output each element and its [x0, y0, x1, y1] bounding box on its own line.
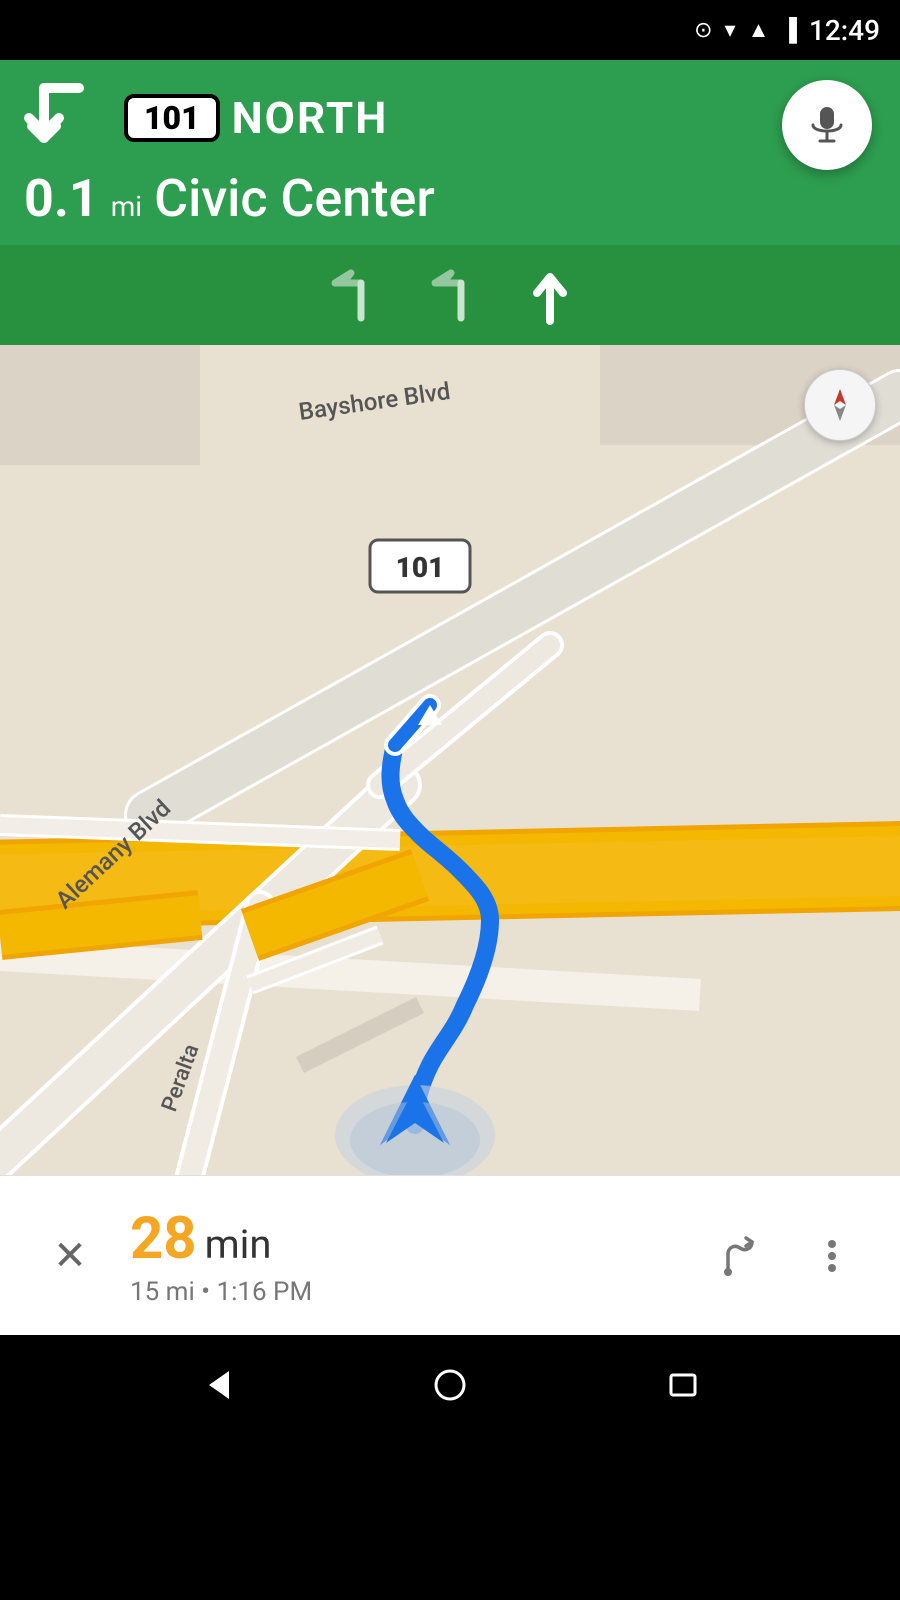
- bottom-actions: [712, 1228, 860, 1284]
- street-name: Civic Center: [154, 168, 435, 229]
- clock: 12:49: [809, 14, 880, 47]
- lane-left-turn: [320, 260, 380, 330]
- highway-badge: 101 NORTH: [124, 92, 388, 144]
- close-icon: ✕: [53, 1232, 87, 1279]
- microphone-icon: [805, 103, 849, 147]
- highway-shield: 101: [124, 94, 220, 142]
- back-icon: [195, 1363, 239, 1407]
- alternate-routes-button[interactable]: [712, 1228, 768, 1284]
- recents-icon: [661, 1363, 705, 1407]
- direction-text: NORTH: [232, 92, 389, 144]
- direction-row: 101 NORTH: [24, 78, 876, 158]
- recents-button[interactable]: [661, 1363, 705, 1407]
- bottom-info-bar: ✕ 28 min 15 mi • 1:16 PM: [0, 1175, 900, 1335]
- eta-time: 28 min: [130, 1205, 712, 1273]
- eta-minutes: 28: [130, 1205, 197, 1273]
- more-options-button[interactable]: [804, 1228, 860, 1284]
- distance-unit: mi: [111, 190, 142, 223]
- battery-icon: ▐: [781, 17, 797, 43]
- wifi-icon: ▾: [725, 18, 736, 43]
- android-nav-bar: [0, 1335, 900, 1435]
- compass-icon: [820, 385, 860, 425]
- distance-value: 0.1: [24, 168, 99, 229]
- eta-details: 15 mi • 1:16 PM: [130, 1277, 712, 1307]
- eta-min-label: min: [205, 1221, 272, 1268]
- lane-straight: [520, 260, 580, 330]
- svg-text:101: 101: [396, 551, 445, 584]
- turn-arrow-icon: [24, 78, 104, 158]
- mic-button[interactable]: [782, 80, 872, 170]
- home-icon: [428, 1363, 472, 1407]
- signal-icon: ▲: [748, 17, 770, 43]
- alternate-routes-icon: [718, 1234, 762, 1278]
- lane-guidance: [0, 245, 900, 345]
- map-svg: 101 Bayshore Blvd Alemany Blvd Peralta: [0, 345, 900, 1175]
- compass-button[interactable]: [804, 369, 876, 441]
- eta-info: 28 min 15 mi • 1:16 PM: [100, 1205, 712, 1307]
- back-button[interactable]: [195, 1363, 239, 1407]
- lane-left-turn-2: [420, 260, 480, 330]
- map-area[interactable]: 101 Bayshore Blvd Alemany Blvd Peralta: [0, 345, 900, 1175]
- more-options-icon: [810, 1234, 854, 1278]
- status-bar: ⊙ ▾ ▲ ▐ 12:49: [0, 0, 900, 60]
- home-button[interactable]: [428, 1363, 472, 1407]
- location-icon: ⊙: [694, 18, 712, 43]
- close-button[interactable]: ✕: [40, 1226, 100, 1286]
- distance-row: 0.1 mi Civic Center: [24, 168, 876, 229]
- navigation-header: 101 NORTH 0.1 mi Civic Center: [0, 60, 900, 245]
